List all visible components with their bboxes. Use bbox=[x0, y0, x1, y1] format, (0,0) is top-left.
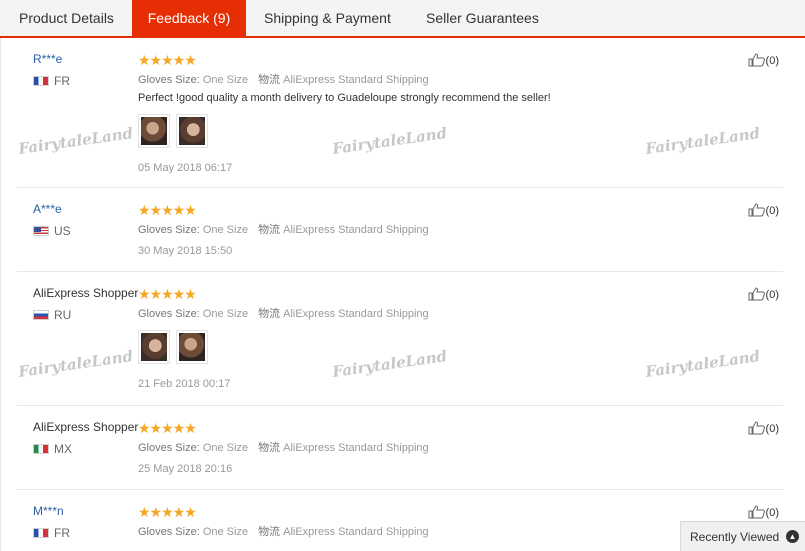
size-value: One Size bbox=[202, 74, 249, 86]
size-label: Gloves Size: bbox=[138, 74, 200, 86]
reviewer-name[interactable]: AliExpress Shopper bbox=[33, 420, 138, 434]
country-code: FR bbox=[54, 74, 70, 88]
feedback-photo-thumbnail[interactable] bbox=[138, 114, 170, 148]
shipping-label: 物流 bbox=[258, 526, 281, 538]
helpful-button[interactable]: (0) bbox=[748, 203, 779, 217]
size-label: Gloves Size: bbox=[138, 442, 200, 454]
country-code: FR bbox=[54, 526, 70, 540]
order-attributes: Gloves Size: One Size 物流 AliExpress Stand… bbox=[138, 439, 429, 455]
thumbs-up-icon bbox=[748, 421, 765, 435]
shipping-value: AliExpress Standard Shipping bbox=[283, 308, 429, 320]
size-value: One Size bbox=[202, 442, 249, 454]
order-attributes: Gloves Size: One Size 物流 AliExpress Stand… bbox=[138, 523, 429, 539]
tab-feedback[interactable]: Feedback (9) bbox=[132, 0, 246, 36]
country-code: RU bbox=[54, 308, 72, 322]
helpful-count: (0) bbox=[765, 507, 779, 519]
france-flag-icon bbox=[33, 528, 49, 538]
shipping-value: AliExpress Standard Shipping bbox=[283, 526, 429, 538]
reviewer-name[interactable]: AliExpress Shopper bbox=[33, 286, 138, 300]
shipping-label: 物流 bbox=[258, 74, 281, 86]
thumbs-up-icon bbox=[748, 287, 765, 301]
thumbs-up-icon bbox=[748, 505, 765, 519]
helpful-button[interactable]: (0) bbox=[748, 53, 779, 67]
size-value: One Size bbox=[202, 308, 249, 320]
feedback-item: A***e US ★★★★★ Gloves Size: One Size 物流 A… bbox=[17, 188, 783, 272]
thumbs-up-icon bbox=[748, 203, 765, 217]
reviewer-name[interactable]: M***n bbox=[33, 504, 64, 518]
helpful-count: (0) bbox=[765, 205, 779, 217]
feedback-item: M***n FR ★★★★★ Gloves Size: One Size 物流 A… bbox=[17, 490, 783, 551]
reviewer-country: MX bbox=[33, 442, 72, 456]
feedback-date: 25 May 2018 20:16 bbox=[138, 463, 233, 475]
reviewer-country: FR bbox=[33, 526, 70, 540]
helpful-count: (0) bbox=[765, 289, 779, 301]
helpful-button[interactable]: (0) bbox=[748, 287, 779, 301]
size-label: Gloves Size: bbox=[138, 308, 200, 320]
shipping-label: 物流 bbox=[258, 308, 281, 320]
helpful-count: (0) bbox=[765, 423, 779, 435]
feedback-list: R***e FR ★★★★★ Gloves Size: One Size 物流 A… bbox=[0, 38, 805, 551]
reviewer-country: US bbox=[33, 224, 71, 238]
feedback-date: 05 May 2018 06:17 bbox=[138, 162, 233, 174]
reviewer-name[interactable]: A***e bbox=[33, 202, 62, 216]
country-code: US bbox=[54, 224, 71, 238]
rating-stars: ★★★★★ bbox=[138, 286, 197, 302]
shipping-value: AliExpress Standard Shipping bbox=[283, 74, 429, 86]
feedback-text: Perfect !good quality a month delivery t… bbox=[138, 92, 551, 104]
reviewer-country: FR bbox=[33, 74, 70, 88]
feedback-date: 30 May 2018 15:50 bbox=[138, 245, 233, 257]
size-value: One Size bbox=[202, 526, 249, 538]
size-label: Gloves Size: bbox=[138, 526, 200, 538]
rating-stars: ★★★★★ bbox=[138, 504, 197, 520]
feedback-item: R***e FR ★★★★★ Gloves Size: One Size 物流 A… bbox=[17, 38, 783, 188]
helpful-button[interactable]: (0) bbox=[748, 421, 779, 435]
feedback-photo-thumbnail[interactable] bbox=[176, 114, 208, 148]
tab-shipping-payment[interactable]: Shipping & Payment bbox=[264, 0, 391, 36]
rating-stars: ★★★★★ bbox=[138, 52, 197, 68]
order-attributes: Gloves Size: One Size 物流 AliExpress Stand… bbox=[138, 71, 429, 87]
shipping-label: 物流 bbox=[258, 224, 281, 236]
feedback-item: AliExpress Shopper MX ★★★★★ Gloves Size:… bbox=[17, 406, 783, 490]
feedback-photo-thumbnail[interactable] bbox=[138, 330, 170, 364]
chevron-up-icon: ▲ bbox=[786, 530, 799, 543]
mexico-flag-icon bbox=[33, 444, 49, 454]
tab-bar: Product Details Feedback (9) Shipping & … bbox=[0, 0, 805, 38]
tab-product-details[interactable]: Product Details bbox=[19, 0, 114, 36]
shipping-value: AliExpress Standard Shipping bbox=[283, 442, 429, 454]
size-value: One Size bbox=[202, 224, 249, 236]
recently-viewed-label: Recently Viewed bbox=[690, 530, 780, 544]
rating-stars: ★★★★★ bbox=[138, 420, 197, 436]
country-code: MX bbox=[54, 442, 72, 456]
thumbs-up-icon bbox=[748, 53, 765, 67]
shipping-label: 物流 bbox=[258, 442, 281, 454]
size-label: Gloves Size: bbox=[138, 224, 200, 236]
helpful-count: (0) bbox=[765, 55, 779, 67]
russia-flag-icon bbox=[33, 310, 49, 320]
order-attributes: Gloves Size: One Size 物流 AliExpress Stand… bbox=[138, 221, 429, 237]
order-attributes: Gloves Size: One Size 物流 AliExpress Stand… bbox=[138, 305, 429, 321]
shipping-value: AliExpress Standard Shipping bbox=[283, 224, 429, 236]
helpful-button[interactable]: (0) bbox=[748, 505, 779, 519]
recently-viewed-button[interactable]: Recently Viewed ▲ bbox=[680, 521, 805, 551]
feedback-date: 21 Feb 2018 00:17 bbox=[138, 378, 231, 390]
france-flag-icon bbox=[33, 76, 49, 86]
feedback-photos bbox=[138, 114, 208, 148]
reviewer-country: RU bbox=[33, 308, 71, 322]
usa-flag-icon bbox=[33, 226, 49, 236]
reviewer-name[interactable]: R***e bbox=[33, 52, 62, 66]
tab-seller-guarantees[interactable]: Seller Guarantees bbox=[426, 0, 539, 36]
rating-stars: ★★★★★ bbox=[138, 202, 197, 218]
feedback-item: AliExpress Shopper RU ★★★★★ Gloves Size:… bbox=[17, 272, 783, 406]
feedback-photos bbox=[138, 330, 208, 364]
feedback-photo-thumbnail[interactable] bbox=[176, 330, 208, 364]
